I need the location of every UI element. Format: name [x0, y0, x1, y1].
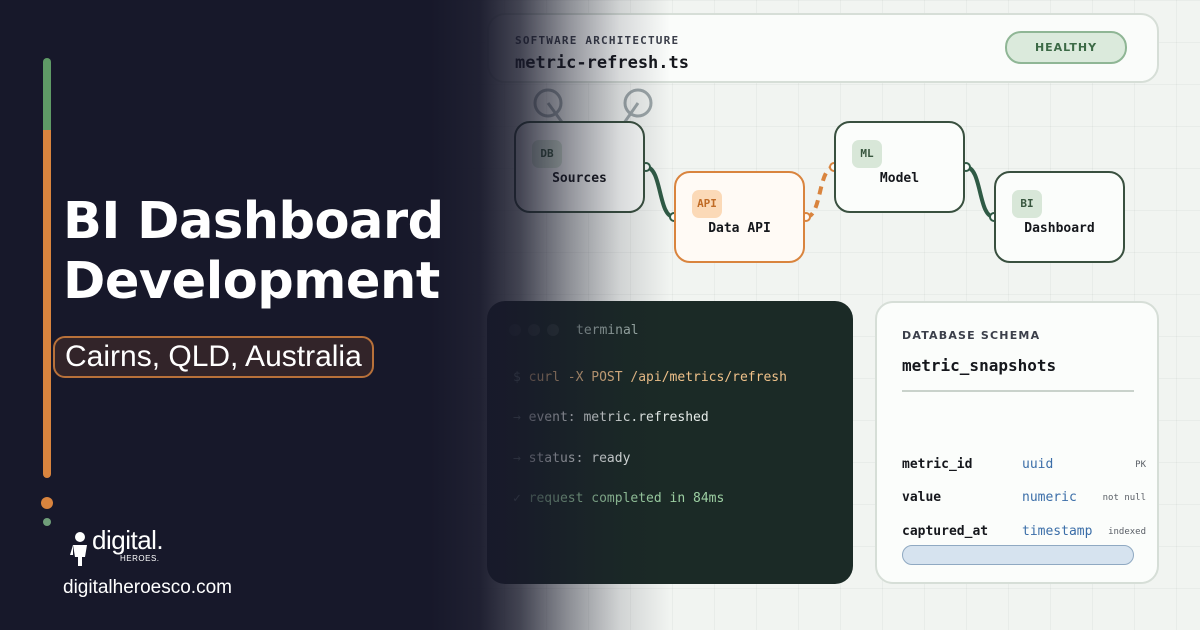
hero-figure-icon	[70, 532, 87, 566]
ml-icon: ML	[852, 140, 882, 168]
check-icon: ✓	[513, 491, 529, 506]
node-label: Dashboard	[1024, 221, 1095, 236]
schema-highlight-bar	[902, 545, 1134, 565]
header-filename: metric-refresh.ts	[515, 53, 689, 73]
schema-eyebrow: DATABASE SCHEMA	[902, 329, 1041, 342]
website-link[interactable]: digitalheroesco.com	[63, 577, 232, 599]
terminal-command: curl -X POST /api/metrics/refresh	[528, 370, 787, 385]
connector-model-dashboard	[965, 165, 995, 219]
window-dot-icon	[509, 324, 521, 336]
node-label: Sources	[552, 171, 607, 186]
database-schema-card: DATABASE SCHEMA metric_snapshots metric_…	[875, 301, 1159, 584]
terminal-window: terminal $ curl -X POST /api/metrics/ref…	[487, 301, 853, 584]
hero-title-line: BI Dashboard	[63, 192, 444, 251]
status-badge: HEALTHY	[1005, 31, 1127, 64]
node-label: Model	[879, 171, 920, 186]
terminal-line: → event: metric.refreshed	[513, 410, 709, 425]
database-icon: DB	[532, 140, 562, 168]
accent-dot	[41, 497, 53, 509]
window-dot-icon	[528, 324, 540, 336]
schema-field-row: captured_at timestamp indexed	[902, 524, 1146, 544]
hero-title: BI Dashboard Development	[63, 192, 463, 312]
node-sources[interactable]: DB Sources	[514, 121, 645, 213]
arrow-icon: →	[513, 451, 529, 466]
accent-bar	[43, 58, 51, 478]
location-badge: Cairns, QLD, Australia	[53, 336, 374, 378]
terminal-line: ✓ request completed in 84ms	[513, 491, 724, 506]
logo-subtext: HEROES.	[120, 554, 160, 563]
node-data-api[interactable]: API Data API	[674, 171, 805, 263]
header-eyebrow: SOFTWARE ARCHITECTURE	[515, 34, 680, 47]
connector-api-model	[805, 165, 835, 219]
terminal-success: request completed in 84ms	[528, 491, 725, 506]
field-name: metric_id	[902, 457, 973, 472]
schema-field-row: metric_id uuid PK	[902, 457, 1146, 477]
field-flag: indexed	[1108, 527, 1146, 537]
node-model[interactable]: ML Model	[834, 121, 965, 213]
window-dot-icon	[547, 324, 559, 336]
accent-dot	[43, 518, 51, 526]
terminal-line: $ curl -X POST /api/metrics/refresh	[513, 370, 787, 385]
field-flag: PK	[1135, 460, 1146, 470]
field-flag: not null	[1102, 493, 1146, 503]
brand-logo[interactable]: digital. HEROES.	[70, 525, 190, 571]
connector-sources-api	[645, 165, 675, 219]
divider	[902, 390, 1134, 392]
architecture-header-card: SOFTWARE ARCHITECTURE metric-refresh.ts …	[487, 13, 1159, 83]
field-type: timestamp	[1022, 524, 1093, 539]
hero-title-line: Development	[63, 252, 440, 311]
field-type: uuid	[1022, 457, 1054, 472]
field-name: value	[902, 490, 942, 505]
terminal-title: terminal	[576, 323, 639, 338]
arrow-icon: →	[513, 410, 529, 425]
field-name: captured_at	[902, 524, 989, 539]
node-label: Data API	[708, 221, 771, 236]
field-type: numeric	[1022, 490, 1077, 505]
node-dashboard[interactable]: BI Dashboard	[994, 171, 1125, 263]
terminal-output: status: ready	[528, 451, 631, 466]
prompt-icon: $	[513, 370, 529, 385]
terminal-line: → status: ready	[513, 451, 630, 466]
terminal-output: event: metric.refreshed	[528, 410, 709, 425]
bi-icon: BI	[1012, 190, 1042, 218]
schema-table-name: metric_snapshots	[902, 356, 1057, 375]
schema-field-row: value numeric not null	[902, 490, 1146, 510]
api-icon: API	[692, 190, 722, 218]
logo-wordmark: digital.	[92, 525, 164, 555]
